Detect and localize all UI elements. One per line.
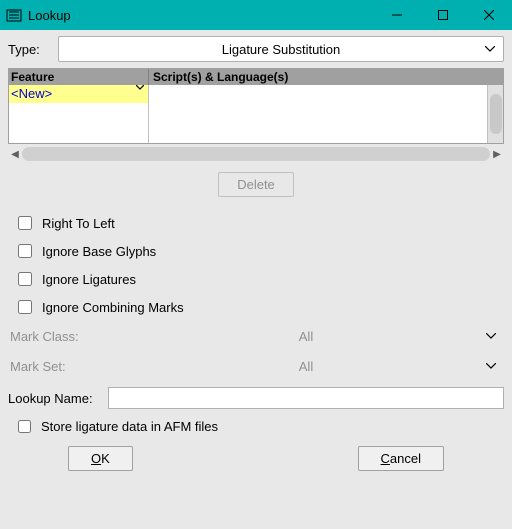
close-button[interactable] [466, 0, 512, 30]
ignore-ligatures-checkbox[interactable] [18, 272, 32, 286]
lookup-name-label: Lookup Name: [8, 391, 108, 406]
column-scripts: Script(s) & Language(s) [149, 69, 503, 85]
store-afm-checkbox[interactable] [18, 420, 31, 433]
ignore-base-label: Ignore Base Glyphs [42, 244, 156, 259]
window-title: Lookup [28, 8, 374, 23]
mark-set-select: All [108, 354, 504, 378]
titlebar: Lookup [0, 0, 512, 30]
type-select[interactable]: Ligature Substitution [58, 36, 504, 62]
ok-mnemonic: O [91, 451, 101, 466]
chevron-down-icon [486, 333, 496, 339]
feature-cell[interactable]: <New> [9, 85, 149, 143]
cancel-button[interactable]: Cancel [358, 446, 444, 471]
delete-button: Delete [218, 172, 294, 197]
chevron-down-icon [485, 46, 495, 52]
rtl-label: Right To Left [42, 216, 115, 231]
new-feature-dropdown[interactable]: <New> [9, 85, 148, 103]
ignore-base-checkbox[interactable] [18, 244, 32, 258]
mark-set-label: Mark Set: [8, 359, 108, 374]
scrollbar-track[interactable] [22, 147, 490, 161]
chevron-down-icon [136, 85, 144, 90]
vertical-scrollbar[interactable] [487, 85, 503, 143]
type-value: Ligature Substitution [222, 42, 341, 57]
maximize-button[interactable] [420, 0, 466, 30]
mark-class-value: All [299, 329, 313, 344]
scripts-cell[interactable] [149, 85, 487, 143]
type-label: Type: [8, 42, 58, 57]
dialog-body: Type: Ligature Substitution Feature Scri… [0, 30, 512, 479]
horizontal-scrollbar[interactable]: ◀ ▶ [8, 146, 504, 162]
chevron-down-icon [486, 363, 496, 369]
minimize-button[interactable] [374, 0, 420, 30]
mark-class-label: Mark Class: [8, 329, 108, 344]
cancel-mnemonic: C [381, 451, 390, 466]
ignore-marks-checkbox[interactable] [18, 300, 32, 314]
new-label: <New> [11, 86, 52, 101]
ok-button[interactable]: OK [68, 446, 133, 471]
scrollbar-thumb[interactable] [490, 94, 502, 134]
column-feature: Feature [9, 69, 149, 85]
app-icon [6, 7, 22, 23]
mark-set-value: All [299, 359, 313, 374]
rtl-checkbox[interactable] [18, 216, 32, 230]
lookup-name-input[interactable] [108, 387, 504, 409]
table-header: Feature Script(s) & Language(s) [9, 69, 503, 85]
scroll-right-icon[interactable]: ▶ [490, 149, 504, 160]
mark-class-select: All [108, 324, 504, 348]
feature-table: Feature Script(s) & Language(s) <New> [8, 68, 504, 144]
store-afm-label: Store ligature data in AFM files [41, 419, 218, 434]
ignore-ligatures-label: Ignore Ligatures [42, 272, 136, 287]
scroll-left-icon[interactable]: ◀ [8, 149, 22, 160]
ignore-marks-label: Ignore Combining Marks [42, 300, 184, 315]
